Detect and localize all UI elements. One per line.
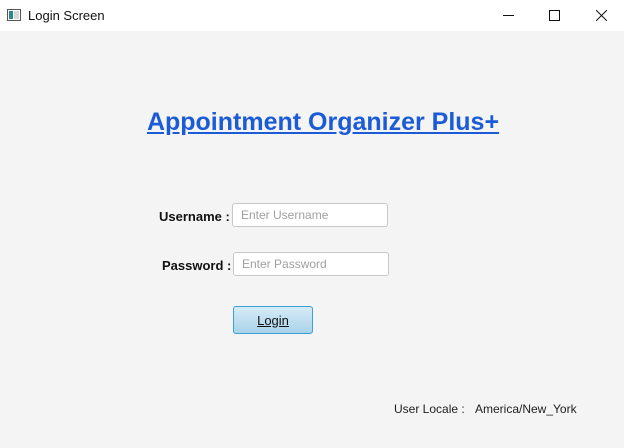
maximize-icon: [549, 10, 560, 21]
app-window-icon: [7, 9, 21, 21]
password-input[interactable]: [233, 252, 389, 276]
title-bar: Login Screen: [0, 0, 624, 31]
user-locale-label: User Locale :: [394, 402, 465, 416]
username-label: Username :: [159, 209, 230, 224]
minimize-icon: [503, 15, 514, 16]
window-title: Login Screen: [28, 8, 105, 23]
close-button[interactable]: [578, 0, 624, 31]
maximize-button[interactable]: [531, 0, 577, 31]
close-icon: [596, 10, 607, 21]
app-heading: Appointment Organizer Plus+: [146, 108, 500, 136]
user-locale-value: America/New_York: [475, 402, 577, 416]
password-label: Password :: [162, 258, 232, 273]
minimize-button[interactable]: [485, 0, 531, 31]
login-button[interactable]: Login: [233, 306, 313, 334]
username-input[interactable]: [232, 203, 388, 227]
